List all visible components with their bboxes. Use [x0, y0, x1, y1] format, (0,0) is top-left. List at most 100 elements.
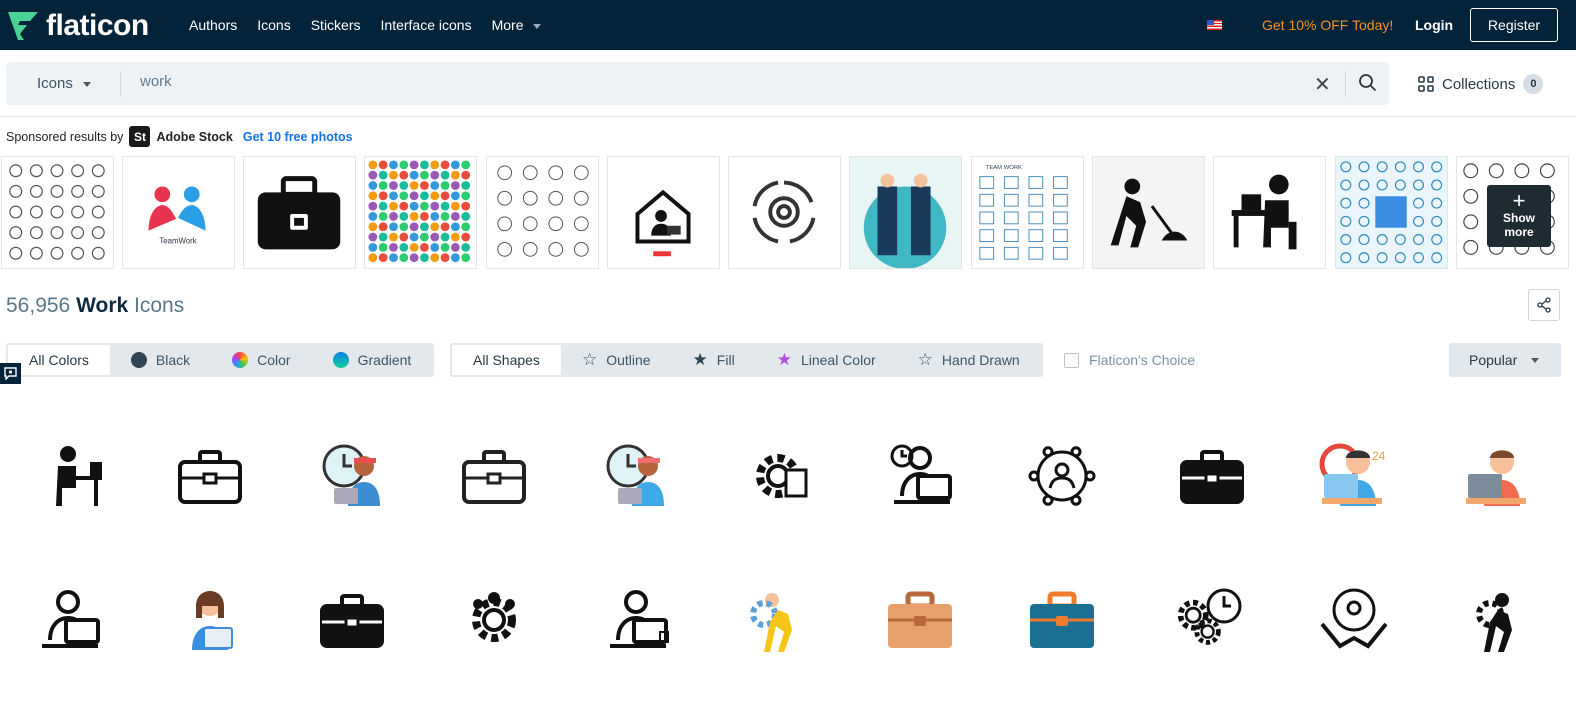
worker-clock-icon[interactable]	[316, 440, 388, 512]
team-gear-icon[interactable]	[458, 584, 530, 656]
nav-icons[interactable]: Icons	[257, 17, 290, 33]
briefcase-thin-icon[interactable]	[458, 440, 530, 512]
sponsored-thumbnail[interactable]: TeamWork	[122, 156, 235, 269]
svg-text:TEAM WORK: TEAM WORK	[986, 165, 1022, 171]
divider	[0, 116, 1576, 117]
search-type-label: Icons	[37, 75, 73, 92]
svg-text:TeamWork: TeamWork	[159, 236, 196, 245]
feedback-button[interactable]	[0, 363, 21, 384]
promo-link[interactable]: Get 10% OFF Today!	[1262, 17, 1393, 33]
shape-filter: All Shapes ☆ Outline ★ Fill ★ Lineal Color …	[450, 343, 1043, 377]
sort-label: Popular	[1469, 352, 1518, 368]
filter-black[interactable]: Black	[110, 345, 211, 375]
thumbnail-image: TeamWork	[148, 186, 206, 245]
free-photos-link[interactable]: Get 10 free photos	[243, 130, 353, 144]
filter-all-shapes[interactable]: All Shapes	[452, 345, 561, 375]
search-icon[interactable]	[1358, 73, 1378, 93]
woman-laptop-color-icon[interactable]	[174, 584, 246, 656]
worker-clock-color-icon[interactable]	[600, 440, 672, 512]
person-clock-desk-icon-graphic	[890, 444, 952, 504]
search-type-dropdown[interactable]: Icons	[37, 75, 91, 92]
thumbnail-image: TEAM WORK	[979, 165, 1068, 260]
color-wheel-icon	[232, 352, 249, 368]
worker-clock-icon-graphic	[322, 444, 380, 506]
checkbox[interactable]	[1064, 352, 1079, 368]
star-outline-icon: ☆	[581, 350, 598, 369]
clear-icon[interactable]: ✕	[1314, 72, 1331, 97]
flaticons-choice-checkbox[interactable]: Flaticon's Choice	[1064, 352, 1195, 368]
filter-lineal-color[interactable]: ★ Lineal Color	[756, 345, 897, 375]
nav-more-label: More	[491, 17, 524, 33]
sponsored-thumbnail[interactable]	[243, 156, 356, 269]
team-handshake-icon-graphic	[1320, 588, 1388, 649]
sponsored-bar: Sponsored results by St Adobe Stock Get …	[6, 126, 353, 147]
briefcase-brown-icon[interactable]	[884, 584, 956, 656]
clock-24h-worker-icon[interactable]: 24	[1318, 440, 1390, 512]
sponsored-thumbnail[interactable]	[728, 156, 841, 269]
share-button[interactable]	[1528, 289, 1560, 321]
filter-fill[interactable]: ★ Fill	[672, 345, 756, 375]
thumbnail-image	[368, 160, 471, 263]
sort-dropdown[interactable]: Popular	[1449, 343, 1561, 377]
divider	[120, 71, 121, 97]
show-more-label: Show more	[1503, 211, 1535, 239]
briefcase-blue-icon[interactable]	[1026, 584, 1098, 656]
filter-gradient[interactable]: Gradient	[312, 345, 433, 375]
thumbnail-image	[850, 157, 961, 268]
collections-label: Collections	[1442, 75, 1516, 93]
person-clock-desk-icon[interactable]	[884, 440, 956, 512]
briefcase-fill-icon[interactable]	[1176, 440, 1248, 512]
flaticon-logo-icon	[8, 12, 38, 40]
person-computer-color-icon[interactable]	[1462, 440, 1534, 512]
gear-document-person-icon-graphic	[756, 454, 808, 498]
worker-clock-color-icon-graphic	[606, 444, 664, 506]
person-laptop-icon[interactable]	[32, 584, 104, 656]
filter-label: Hand Drawn	[941, 352, 1020, 368]
sponsored-thumbnail[interactable]	[1213, 156, 1326, 269]
briefcase-fill-2-icon-graphic	[320, 594, 384, 648]
worker-gear-color-icon[interactable]	[742, 584, 814, 656]
sponsored-thumbnail[interactable]	[607, 156, 720, 269]
search-input[interactable]	[140, 73, 1240, 90]
collections-button[interactable]: Collections 0	[1418, 74, 1544, 94]
us-flag-icon[interactable]	[1207, 20, 1222, 30]
nav-stickers[interactable]: Stickers	[311, 17, 361, 33]
checkbox-label: Flaticon's Choice	[1089, 352, 1196, 368]
briefcase-fill-2-icon[interactable]	[316, 584, 388, 656]
sponsored-thumbnail[interactable]	[1092, 156, 1205, 269]
login-link[interactable]: Login	[1415, 17, 1453, 33]
filter-outline[interactable]: ☆ Outline	[561, 345, 672, 375]
chevron-down-icon	[82, 81, 91, 87]
sponsored-thumbnail[interactable]	[1, 156, 114, 269]
sponsored-thumbnail[interactable]	[849, 156, 962, 269]
person-laptop-icon-graphic	[42, 590, 100, 648]
nav-interface-icons[interactable]: Interface icons	[381, 17, 472, 33]
sponsored-thumbnail[interactable]: TEAM WORK	[971, 156, 1084, 269]
person-at-desk-icon[interactable]	[32, 440, 104, 512]
nav-more[interactable]: More	[492, 17, 542, 33]
provider-name: Adobe Stock	[156, 129, 233, 144]
sponsored-thumbnail[interactable]	[1335, 156, 1448, 269]
briefcase-outline-icon[interactable]	[174, 440, 246, 512]
team-handshake-icon[interactable]	[1318, 584, 1390, 656]
briefcase-outline-icon-graphic	[178, 450, 242, 504]
woman-laptop-color-icon-graphic	[192, 591, 233, 650]
worker-carrying-gear-icon[interactable]	[1462, 584, 1534, 656]
team-network-icon[interactable]	[1026, 440, 1098, 512]
nav-authors[interactable]: Authors	[189, 17, 237, 33]
filter-hand-drawn[interactable]: ☆ Hand Drawn	[897, 345, 1041, 375]
sponsored-thumbnail[interactable]	[486, 156, 599, 269]
person-laptop-coffee-icon[interactable]	[600, 584, 672, 656]
filter-all-colors[interactable]: All Colors	[8, 345, 110, 375]
sponsored-thumbnail[interactable]	[364, 156, 477, 269]
clock-24h-worker-icon-graphic: 24	[1319, 443, 1386, 506]
filter-color[interactable]: Color	[211, 345, 311, 375]
show-more-button[interactable]: + Show more	[1487, 185, 1551, 247]
register-button[interactable]: Register	[1470, 8, 1558, 42]
top-navbar: flaticon Authors Icons Stickers Interfac…	[0, 0, 1576, 50]
flaticon-logo[interactable]: flaticon	[6, 9, 149, 43]
star-fill-icon: ★	[692, 350, 708, 369]
gears-clock-icon[interactable]	[1176, 584, 1248, 656]
filter-label: Lineal Color	[800, 352, 876, 368]
gear-document-person-icon[interactable]	[742, 440, 814, 512]
